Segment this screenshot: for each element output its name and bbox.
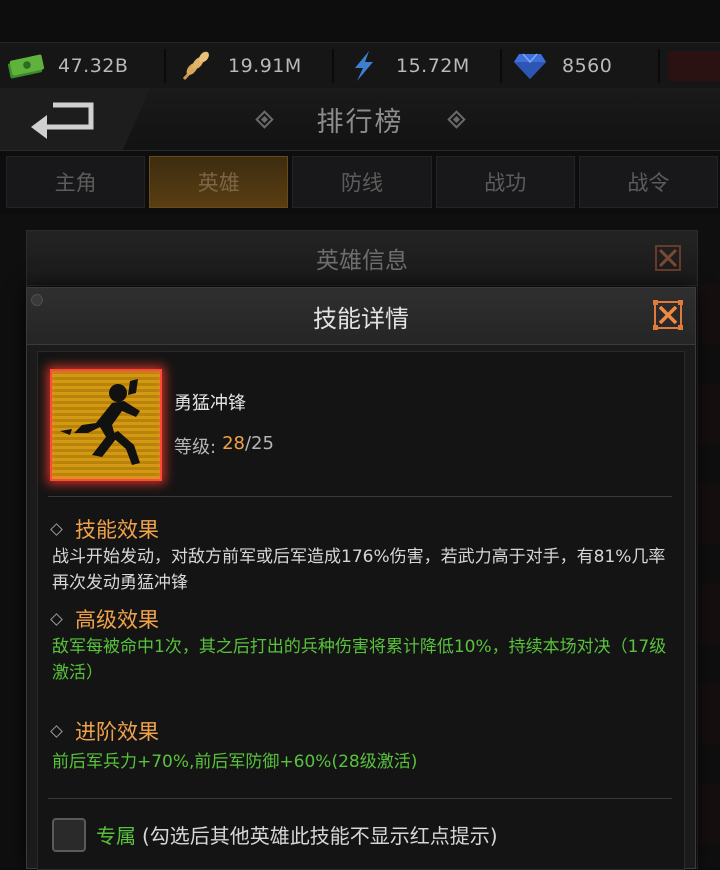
skill-detail-close-button[interactable] bbox=[651, 298, 685, 332]
hero-info-title: 英雄信息 bbox=[27, 231, 697, 286]
tab-merit[interactable]: 战功 bbox=[435, 156, 575, 208]
energy-value: 15.72M bbox=[396, 55, 470, 77]
diamond-value: 8560 bbox=[562, 55, 613, 77]
resource-energy[interactable]: 15.72M bbox=[344, 43, 470, 89]
ranking-tabs: 主角 英雄 防线 战功 战令 bbox=[6, 156, 719, 208]
skill-name: 勇猛冲锋 bbox=[174, 393, 246, 414]
resource-cash[interactable]: 47.32B bbox=[6, 43, 128, 89]
tab-battle-pass[interactable]: 战令 bbox=[578, 156, 719, 208]
resource-wheat[interactable]: 19.91M bbox=[176, 43, 302, 89]
level-max: /25 bbox=[244, 433, 274, 454]
promote-effect-desc: 前后军兵力+70%,前后军防御+60%(28级激活) bbox=[52, 752, 418, 772]
divider bbox=[164, 49, 166, 83]
hero-info-close-button[interactable] bbox=[651, 241, 685, 275]
advanced-effect-title-text: 高级效果 bbox=[75, 608, 159, 632]
exclusive-option[interactable]: 专属 (勾选后其他英雄此技能不显示红点提示) bbox=[96, 820, 498, 849]
exclusive-label: 专属 bbox=[96, 824, 136, 848]
advanced-effect-title: 高级效果 bbox=[50, 604, 159, 634]
page-title: 排行榜 bbox=[316, 106, 404, 138]
cash-value: 47.32B bbox=[58, 55, 129, 77]
skill-detail-body: 勇猛冲锋 等级: 28 /25 技能效果 战斗开始发动，对敌方前军或后军造成17… bbox=[37, 351, 685, 870]
resource-bar: 47.32B 19.91M 15.72M 8560 bbox=[0, 42, 720, 90]
divider bbox=[332, 49, 334, 83]
cash-icon bbox=[6, 49, 46, 83]
promote-effect-title: 进阶效果 bbox=[50, 716, 159, 746]
tab-protagonist[interactable]: 主角 bbox=[6, 156, 146, 208]
skill-level: 等级: 28 /25 bbox=[174, 433, 274, 459]
pin-icon bbox=[31, 294, 43, 306]
title-ornament-right bbox=[446, 109, 466, 129]
title-ornament-left bbox=[254, 109, 274, 129]
page-header: 排行榜 bbox=[0, 88, 720, 151]
skill-detail-title: 技能详情 bbox=[27, 288, 695, 345]
wheat-icon bbox=[176, 49, 216, 83]
bullet-diamond-icon bbox=[50, 522, 63, 536]
resource-extra bbox=[668, 51, 720, 81]
charge-skill-icon bbox=[50, 369, 162, 481]
skill-effect-title: 技能效果 bbox=[50, 514, 159, 544]
level-current: 28 bbox=[222, 433, 245, 454]
promote-effect-title-text: 进阶效果 bbox=[75, 720, 159, 744]
diamond-icon bbox=[510, 49, 550, 83]
advanced-effect-desc: 敌军每被命中1次，其之后打出的兵种伤害将累计降低10%，持续本场对决（17级激活… bbox=[52, 637, 667, 683]
close-icon bbox=[655, 245, 681, 271]
divider bbox=[48, 798, 672, 799]
exclusive-note: (勾选后其他英雄此技能不显示红点提示) bbox=[142, 824, 498, 848]
divider bbox=[500, 49, 502, 83]
exclusive-checkbox[interactable] bbox=[52, 818, 86, 852]
divider bbox=[658, 49, 660, 83]
skill-effect-title-text: 技能效果 bbox=[75, 518, 159, 542]
level-label: 等级: bbox=[174, 437, 217, 458]
bullet-diamond-icon bbox=[50, 612, 63, 626]
skill-effect-desc: 战斗开始发动，对敌方前军或后军造成176%伤害，若武力高于对手，有81%几率再次… bbox=[52, 547, 666, 593]
skill-detail-dialog: 技能详情 勇猛冲锋 等级: 28 /25 技能效果 战斗开始发动，对敌方前军或后… bbox=[26, 287, 696, 870]
bullet-diamond-icon bbox=[50, 724, 63, 738]
lightning-icon bbox=[344, 49, 384, 83]
close-icon bbox=[653, 300, 683, 330]
resource-diamond[interactable]: 8560 bbox=[510, 43, 612, 89]
divider bbox=[48, 496, 672, 497]
tab-hero[interactable]: 英雄 bbox=[149, 156, 289, 208]
wheat-value: 19.91M bbox=[228, 55, 302, 77]
tab-defense[interactable]: 防线 bbox=[292, 156, 432, 208]
